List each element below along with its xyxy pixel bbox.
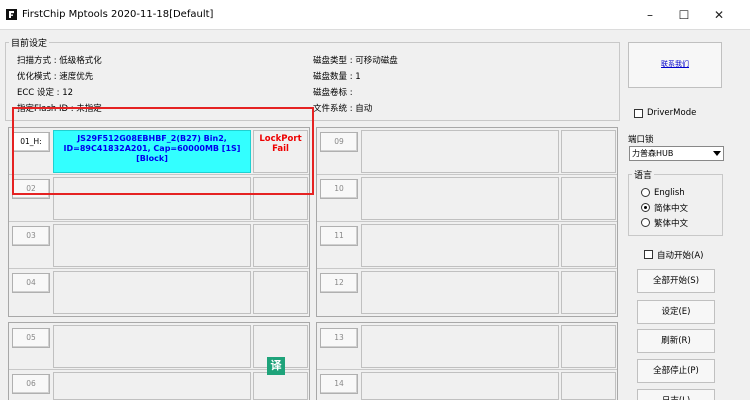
language-radio-traditional[interactable]: [641, 218, 650, 227]
start-all-button[interactable]: 全部开始(S): [637, 269, 715, 293]
row-divider: [9, 369, 309, 370]
port-lock-select[interactable]: 力普森HUB: [629, 146, 724, 161]
driver-mode-checkbox[interactable]: [634, 109, 643, 118]
disk-label-text: 磁盘卷标 :: [313, 88, 353, 98]
close-button[interactable]: ✕: [703, 6, 735, 24]
port-button-05[interactable]: 05: [12, 328, 50, 348]
language-english-label: English: [654, 188, 685, 198]
language-radio-simplified[interactable]: [641, 203, 650, 212]
port-02-info: [53, 177, 251, 220]
current-settings-label: 目前设定: [9, 36, 50, 49]
title-bar: FirstChip Mptools 2020-11-18[Default] – …: [0, 0, 750, 30]
port-03-info: [53, 224, 251, 267]
port-button-03[interactable]: 03: [12, 226, 50, 246]
port-button-06[interactable]: 06: [12, 374, 50, 394]
port-14-status: [561, 372, 616, 400]
port-10-status: [561, 177, 616, 220]
port-03-status: [253, 224, 308, 267]
port-01-info: JS29F512G08EBHBF_2(B27) Bin2, ID=89C4183…: [53, 130, 251, 173]
port-13-info: [361, 325, 559, 368]
language-group-label: 语言: [632, 168, 655, 181]
row-divider: [9, 221, 309, 222]
row-divider: [9, 174, 309, 175]
auto-start-checkbox[interactable]: [644, 250, 653, 259]
port-button-04[interactable]: 04: [12, 273, 50, 293]
port-10-info: [361, 177, 559, 220]
port-06-status: [253, 372, 308, 400]
settings-button[interactable]: 设定(E): [637, 300, 715, 324]
row-divider: [317, 369, 617, 370]
log-button[interactable]: 日志(L): [637, 389, 715, 400]
ecc-setting-text: ECC 设定 : 12: [17, 88, 74, 98]
optimize-mode-text: 优化模式 : 速度优先: [17, 72, 94, 82]
language-simplified-label: 简体中文: [654, 204, 689, 214]
port-button-09[interactable]: 09: [320, 132, 358, 152]
row-divider: [317, 221, 617, 222]
row-divider: [317, 174, 617, 175]
stop-all-button[interactable]: 全部停止(P): [637, 359, 715, 383]
row-divider: [317, 268, 617, 269]
port-09-info: [361, 130, 559, 173]
disk-type-text: 磁盘类型 : 可移动磁盘: [313, 56, 398, 66]
port-11-status: [561, 224, 616, 267]
port-13-status: [561, 325, 616, 368]
port-05-info: [53, 325, 251, 368]
port-button-12[interactable]: 12: [320, 273, 358, 293]
port-lock-label: 端口锁: [628, 135, 654, 145]
port-04-status: [253, 271, 308, 314]
language-traditional-label: 繁体中文: [654, 219, 689, 229]
port-01-status: LockPort Fail: [253, 130, 308, 173]
contact-panel: 联系我们: [628, 42, 722, 88]
driver-mode-label: DriverMode: [647, 108, 697, 118]
port-lock-value: 力普森HUB: [632, 149, 674, 158]
app-icon: [6, 9, 17, 20]
auto-start-label: 自动开始(A): [657, 251, 704, 261]
refresh-button[interactable]: 刷新(R): [637, 329, 715, 353]
file-system-text: 文件系统 : 自动: [313, 104, 373, 114]
translate-icon[interactable]: 译: [267, 357, 285, 375]
port-button-11[interactable]: 11: [320, 226, 358, 246]
port-12-info: [361, 271, 559, 314]
chevron-down-icon: [713, 151, 721, 156]
language-radio-english[interactable]: [641, 188, 650, 197]
disk-count-text: 磁盘数量 : 1: [313, 72, 361, 82]
maximize-button[interactable]: ☐: [668, 6, 700, 24]
port-button-10[interactable]: 10: [320, 179, 358, 199]
minimize-button[interactable]: –: [634, 6, 666, 24]
port-button-01[interactable]: 01_H:: [12, 132, 50, 152]
port-button-14[interactable]: 14: [320, 374, 358, 394]
port-04-info: [53, 271, 251, 314]
port-02-status: [253, 177, 308, 220]
port-09-status: [561, 130, 616, 173]
row-divider: [9, 268, 309, 269]
window-title: FirstChip Mptools 2020-11-18[Default]: [22, 9, 214, 20]
flash-id-text: 指定Flash ID : 未指定: [17, 104, 102, 114]
port-button-13[interactable]: 13: [320, 328, 358, 348]
port-06-info: [53, 372, 251, 400]
scan-mode-text: 扫描方式 : 低级格式化: [17, 56, 102, 66]
port-11-info: [361, 224, 559, 267]
port-14-info: [361, 372, 559, 400]
port-button-02[interactable]: 02: [12, 179, 50, 199]
contact-link[interactable]: 联系我们: [629, 59, 721, 69]
port-12-status: [561, 271, 616, 314]
